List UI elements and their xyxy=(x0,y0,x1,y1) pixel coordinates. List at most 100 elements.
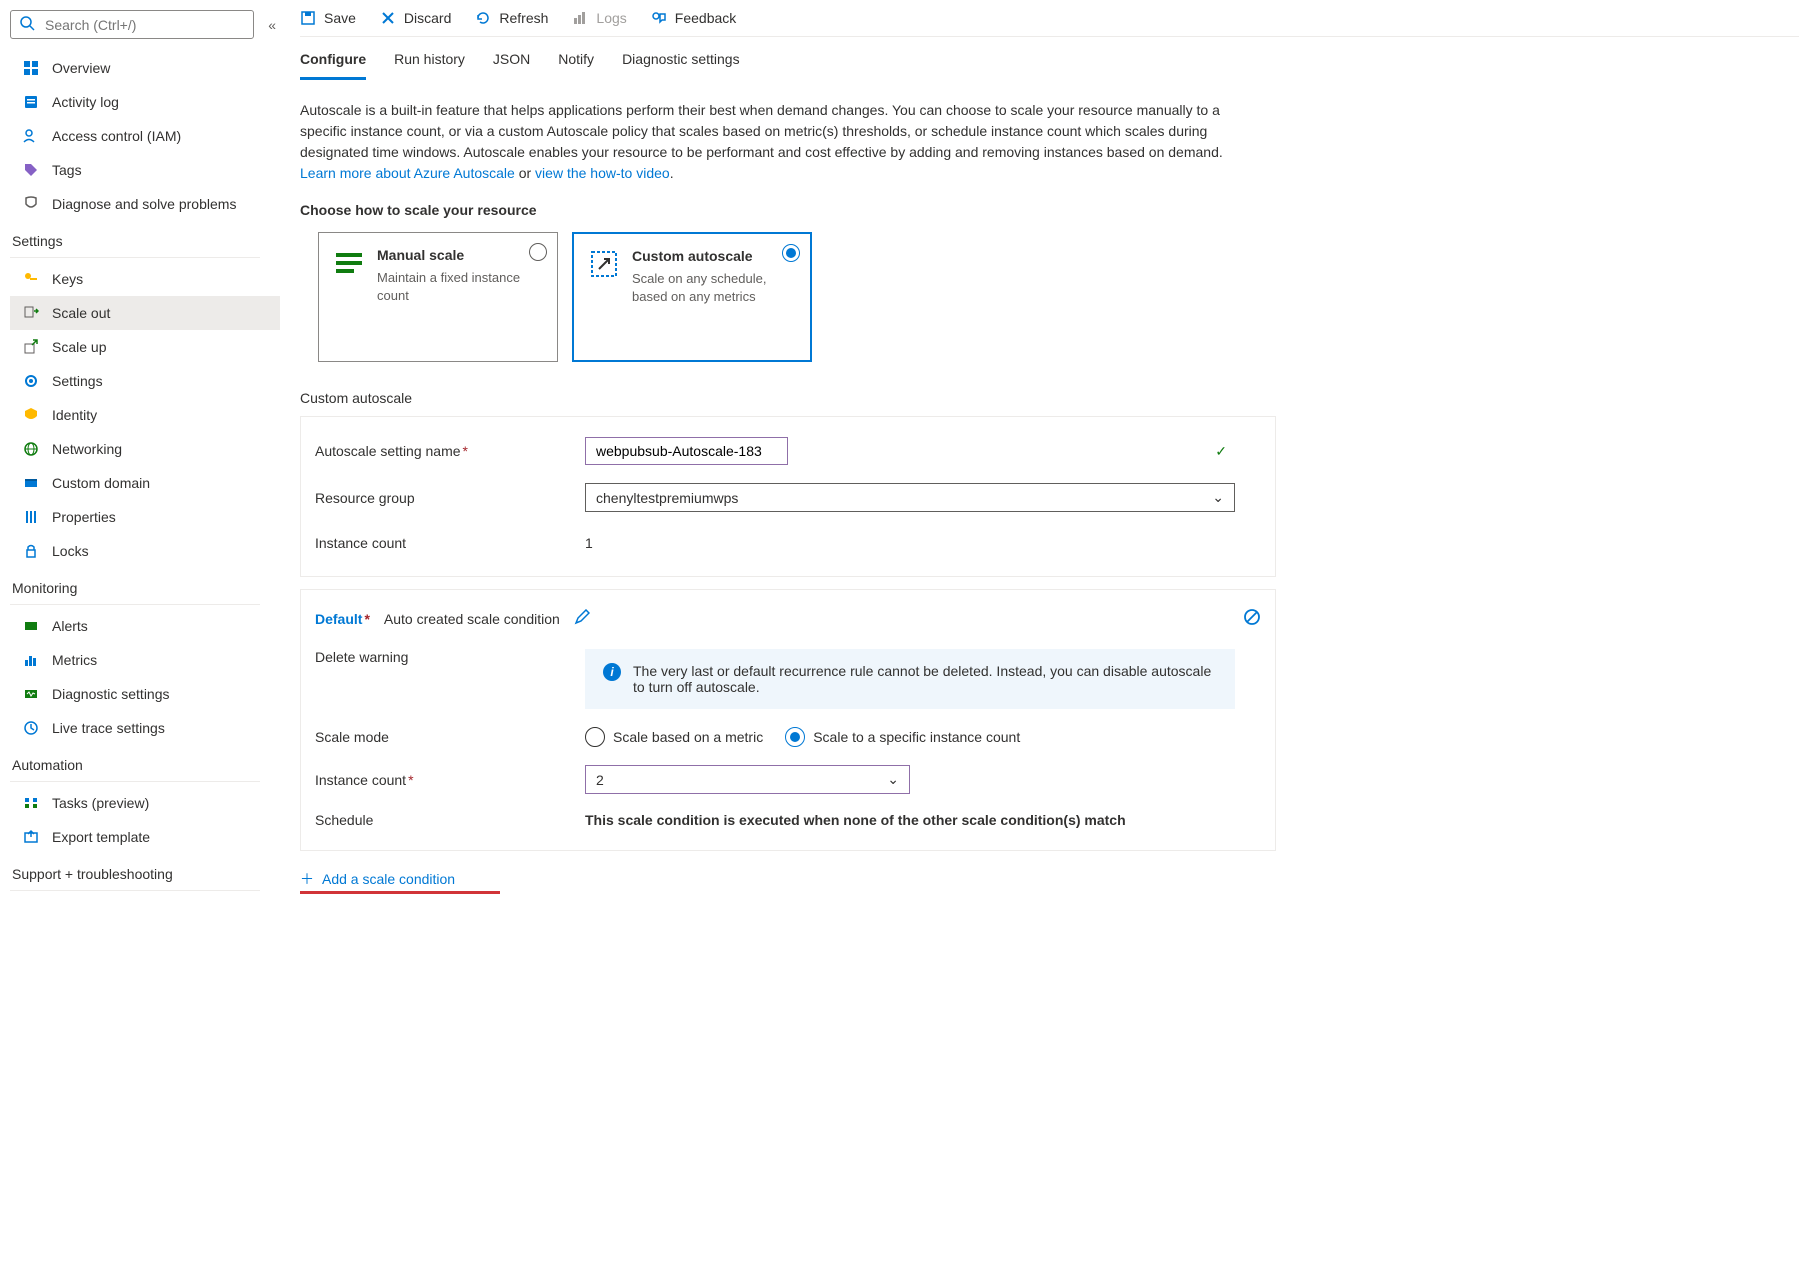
nav-label: Diagnostic settings xyxy=(52,686,170,702)
desc-text: Autoscale is a built-in feature that hel… xyxy=(300,102,1223,160)
search-input[interactable] xyxy=(43,16,245,34)
add-scale-condition-link[interactable]: ＋ Add a scale condition xyxy=(300,869,455,889)
nav-label: Live trace settings xyxy=(52,720,165,736)
delete-warning-label: Delete warning xyxy=(315,649,585,665)
nav-label: Alerts xyxy=(52,618,88,634)
radio-icon xyxy=(529,243,547,261)
nav-label: Properties xyxy=(52,509,116,525)
nav-label: Settings xyxy=(52,373,103,389)
nav-tasks[interactable]: Tasks (preview) xyxy=(10,786,280,820)
resource-group-label: Resource group xyxy=(315,490,585,506)
custom-autoscale-icon xyxy=(588,248,620,280)
custom-autoscale-card[interactable]: Custom autoscale Scale on any schedule, … xyxy=(572,232,812,362)
save-button[interactable]: Save xyxy=(300,10,356,26)
add-label: Add a scale condition xyxy=(322,871,455,887)
scale-mode-specific-option[interactable]: Scale to a specific instance count xyxy=(785,727,1020,747)
tab-notify[interactable]: Notify xyxy=(558,51,594,80)
tags-icon xyxy=(22,161,40,179)
search-icon xyxy=(19,15,35,34)
nav-label: Access control (IAM) xyxy=(52,128,181,144)
select-value: 2 xyxy=(596,772,604,788)
collapse-sidebar-icon[interactable]: « xyxy=(264,13,280,37)
nav-custom-domain[interactable]: Custom domain xyxy=(10,466,280,500)
nav-label: Metrics xyxy=(52,652,97,668)
search-box[interactable] xyxy=(10,10,254,39)
tab-json[interactable]: JSON xyxy=(493,51,530,80)
scale-out-icon xyxy=(22,304,40,322)
feedback-label: Feedback xyxy=(675,10,736,26)
save-icon xyxy=(300,10,316,26)
nav-locks[interactable]: Locks xyxy=(10,534,280,568)
nav-scale-up[interactable]: Scale up xyxy=(10,330,280,364)
export-icon xyxy=(22,828,40,846)
scale-option-cards: Manual scale Maintain a fixed instance c… xyxy=(300,232,1799,362)
nav-tags[interactable]: Tags xyxy=(10,153,280,187)
nav-identity[interactable]: Identity xyxy=(10,398,280,432)
identity-icon xyxy=(22,406,40,424)
manual-scale-card[interactable]: Manual scale Maintain a fixed instance c… xyxy=(318,232,558,362)
nav-group-settings: Settings xyxy=(10,221,260,258)
cond-instance-count-select[interactable]: 2 ⌄ xyxy=(585,765,910,794)
schedule-label: Schedule xyxy=(315,812,585,828)
nav-settings[interactable]: Settings xyxy=(10,364,280,398)
nav-overview[interactable]: Overview xyxy=(10,51,280,85)
choose-heading: Choose how to scale your resource xyxy=(300,202,1799,218)
radio-icon xyxy=(585,727,605,747)
nav-alerts[interactable]: Alerts xyxy=(10,609,280,643)
desc-sep: or xyxy=(519,165,535,181)
logs-label: Logs xyxy=(596,10,626,26)
alerts-icon xyxy=(22,617,40,635)
option-label: Scale based on a metric xyxy=(613,729,763,745)
keys-icon xyxy=(22,270,40,288)
properties-icon xyxy=(22,508,40,526)
tab-configure[interactable]: Configure xyxy=(300,51,366,80)
chevron-down-icon: ⌄ xyxy=(1212,489,1224,506)
check-icon: ✓ xyxy=(1215,443,1227,460)
nav-group-support: Support + troubleshooting xyxy=(10,854,260,891)
feedback-button[interactable]: Feedback xyxy=(651,10,736,26)
sidebar: « Overview Activity log Access control (… xyxy=(0,0,280,934)
setting-name-input[interactable] xyxy=(585,437,788,465)
logs-icon xyxy=(572,10,588,26)
main-content: Save Discard Refresh Logs Feedback Confi… xyxy=(280,0,1819,934)
nav-activity-log[interactable]: Activity log xyxy=(10,85,280,119)
clock-icon xyxy=(22,719,40,737)
lock-icon xyxy=(22,542,40,560)
instance-count-value: 1 xyxy=(585,530,593,556)
chevron-down-icon: ⌄ xyxy=(887,771,899,788)
nav-keys[interactable]: Keys xyxy=(10,262,280,296)
save-label: Save xyxy=(324,10,356,26)
nav-scale-out[interactable]: Scale out xyxy=(10,296,280,330)
nav-live-trace[interactable]: Live trace settings xyxy=(10,711,280,745)
diagnose-icon xyxy=(22,195,40,213)
tab-diagnostic[interactable]: Diagnostic settings xyxy=(622,51,740,80)
nav-networking[interactable]: Networking xyxy=(10,432,280,466)
gear-icon xyxy=(22,372,40,390)
discard-button[interactable]: Discard xyxy=(380,10,451,26)
cond-instance-count-label: Instance count* xyxy=(315,772,585,788)
nav-access-control[interactable]: Access control (IAM) xyxy=(10,119,280,153)
nav-label: Tags xyxy=(52,162,82,178)
option-label: Scale to a specific instance count xyxy=(813,729,1020,745)
refresh-button[interactable]: Refresh xyxy=(475,10,548,26)
scale-mode-metric-option[interactable]: Scale based on a metric xyxy=(585,727,763,747)
nav-diagnose[interactable]: Diagnose and solve problems xyxy=(10,187,280,221)
nav-metrics[interactable]: Metrics xyxy=(10,643,280,677)
nav-export-template[interactable]: Export template xyxy=(10,820,280,854)
access-control-icon xyxy=(22,127,40,145)
nav-label: Activity log xyxy=(52,94,119,110)
nav-label: Overview xyxy=(52,60,110,76)
tab-run-history[interactable]: Run history xyxy=(394,51,465,80)
networking-icon xyxy=(22,440,40,458)
nav-diagnostic-settings[interactable]: Diagnostic settings xyxy=(10,677,280,711)
nav-label: Export template xyxy=(52,829,150,845)
nav-properties[interactable]: Properties xyxy=(10,500,280,534)
block-icon[interactable] xyxy=(1243,608,1261,629)
select-value: chenyltestpremiumwps xyxy=(596,490,738,506)
edit-icon[interactable] xyxy=(574,609,590,628)
discard-icon xyxy=(380,10,396,26)
howto-link[interactable]: view the how-to video xyxy=(535,165,670,181)
resource-group-select[interactable]: chenyltestpremiumwps ⌄ xyxy=(585,483,1235,512)
nav-group-monitoring: Monitoring xyxy=(10,568,260,605)
learn-more-link[interactable]: Learn more about Azure Autoscale xyxy=(300,165,515,181)
